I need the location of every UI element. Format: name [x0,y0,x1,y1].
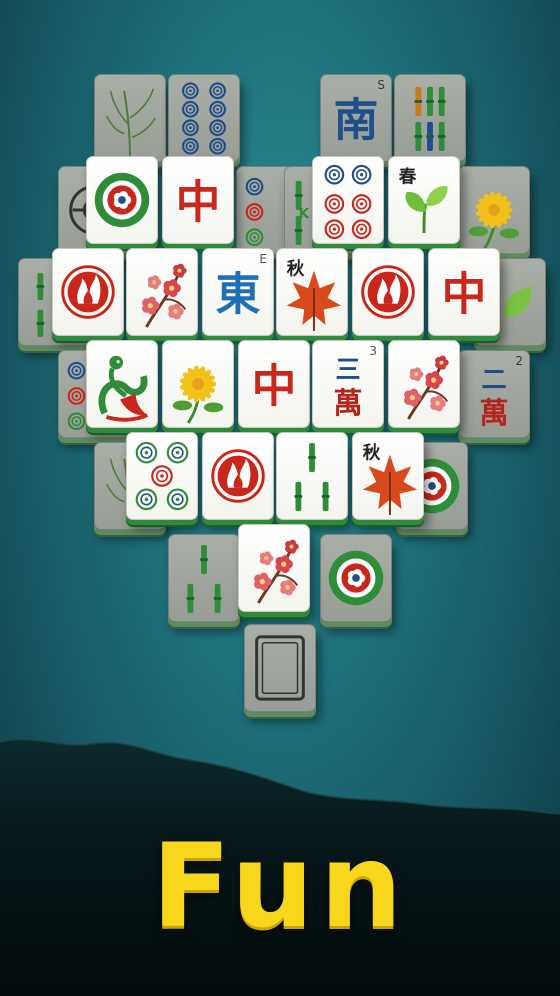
tile-circles-8[interactable] [168,74,240,162]
tile-south-wind[interactable]: 南S [320,74,392,162]
tile-fire[interactable] [352,248,424,336]
tile-blank-frame[interactable] [244,624,316,712]
promo-caption: Fun [151,819,409,954]
tile-spring[interactable]: 春 [388,156,460,244]
svg-text:秋: 秋 [287,259,305,280]
tile-corner-label: 3 [369,344,377,358]
char-face-icon: 中 [442,268,487,321]
svg-text:萬: 萬 [333,386,362,420]
tile-green-medallion[interactable] [320,534,392,622]
fire-face-icon [61,265,115,319]
tile-peacock[interactable] [86,340,158,428]
svg-text:萬: 萬 [479,396,508,430]
bamboo-3-face-icon [294,442,330,511]
svg-text:秋: 秋 [363,443,381,464]
spring-face-icon: 春 [399,167,448,234]
svg-text:中: 中 [176,176,221,229]
bamboo-plant-face-icon [105,88,156,157]
fire-face-icon [361,265,415,319]
tile-circles-6[interactable] [312,156,384,244]
tile-corner-label: 2 [515,354,523,368]
tile-bamboo-plant[interactable] [94,74,166,162]
tile-plum-blossom[interactable] [388,340,460,428]
tile-two-wan[interactable]: 二 萬 2 [458,350,530,438]
char-face-icon: 中 [176,176,221,229]
yellow-flower-face-icon [468,191,520,250]
tile-green-medallion[interactable] [86,156,158,244]
dots-6-face-icon [324,164,372,239]
svg-text:二: 二 [481,364,506,394]
tile-plum-blossom[interactable] [126,248,198,336]
plum-face-icon [254,539,299,604]
autumn-face-icon: 秋 [362,443,418,515]
tile-bamboo-3[interactable] [168,534,240,622]
svg-text:東: 東 [216,268,261,321]
tile-red-dragon[interactable]: 中 [428,248,500,336]
tile-plum-blossom[interactable] [238,524,310,612]
dots-8-face-icon [182,82,226,155]
tile-bamboo-stripes[interactable] [394,74,466,162]
tile-red-dragon[interactable]: 中 [162,156,234,244]
svg-text:中: 中 [442,268,487,321]
tile-autumn[interactable]: 秋 [352,432,424,520]
svg-text:三: 三 [335,354,360,384]
tile-autumn[interactable]: 秋 [276,248,348,336]
mahjong-board: 南S K 中 春 東 E 秋 中 二 萬 2 中 三 萬 3 秋 [0,0,560,760]
dots-5-face-icon [135,441,189,511]
fire-face-icon [211,449,265,503]
bamboo-3-face-icon [186,544,222,613]
tile-corner-label: E [259,252,267,266]
tile-east-wind[interactable]: 東E [202,248,274,336]
tile-corner-label: S [377,78,385,92]
plum-face-icon [142,263,187,328]
bamboo-stripes-face-icon [414,86,446,152]
tile-yellow-flower[interactable] [458,166,530,254]
svg-text:K: K [299,206,310,222]
chrysanthemum-face-icon [172,365,224,424]
tile-fire[interactable] [52,248,124,336]
peacock-face-icon [98,355,149,422]
medallion-face-icon [94,172,150,228]
autumn-face-icon: 秋 [286,259,342,331]
medallion-face-icon [328,550,384,606]
svg-text:南: 南 [334,94,379,147]
tile-bamboo-3[interactable] [276,432,348,520]
blank-frame-face-icon [255,635,305,701]
char-face-icon: 中 [252,360,297,413]
svg-text:春: 春 [399,167,417,188]
tile-chrysanthemum[interactable] [162,340,234,428]
tile-circles-5[interactable] [126,432,198,520]
plum-face-icon [404,355,449,420]
svg-text:中: 中 [252,360,297,413]
tile-fire[interactable] [202,432,274,520]
tile-three-wan[interactable]: 三 萬 3 [312,340,384,428]
tile-red-dragon[interactable]: 中 [238,340,310,428]
